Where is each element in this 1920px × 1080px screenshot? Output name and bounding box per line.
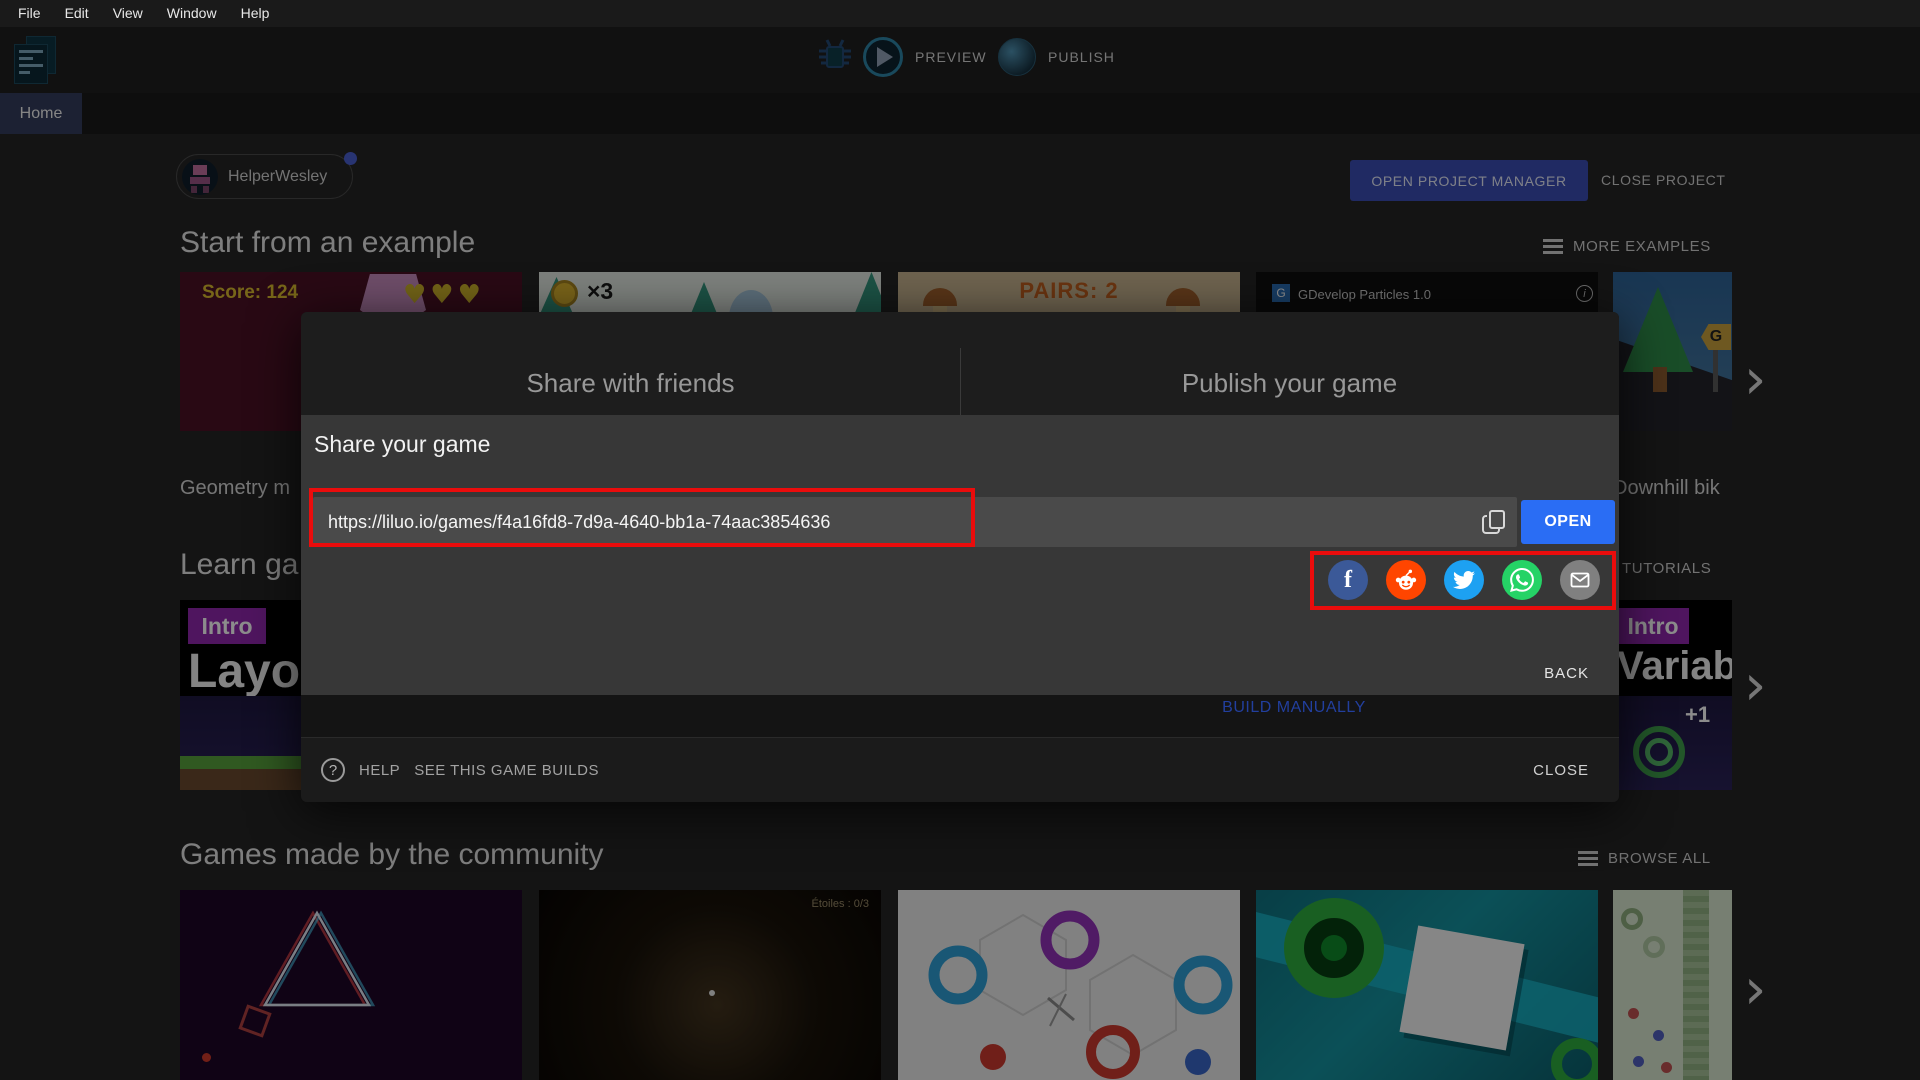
copy-icon[interactable] [1479, 507, 1509, 537]
share-heading: Share your game [314, 431, 491, 457]
share-dialog: Share with friends Publish your game Sha… [301, 312, 1619, 802]
email-share-button[interactable] [1560, 560, 1600, 600]
facebook-icon: f [1344, 566, 1352, 593]
menu-window[interactable]: Window [155, 0, 229, 27]
dialog-tabs: Share with friends Publish your game [301, 312, 1619, 415]
build-manually-link[interactable]: BUILD MANUALLY [1149, 699, 1439, 717]
back-button[interactable]: BACK [1544, 665, 1589, 682]
twitter-icon [1453, 571, 1475, 589]
dialog-lower-area: BUILD MANUALLY ? HELP SEE THIS GAME BUIL… [301, 695, 1619, 802]
help-icon[interactable]: ? [321, 758, 345, 782]
help-button[interactable]: HELP [359, 762, 400, 779]
share-panel: Share your game https://liluo.io/games/f… [301, 415, 1619, 695]
tab-publish-your-game[interactable]: Publish your game [960, 312, 1619, 415]
menu-help[interactable]: Help [229, 0, 282, 27]
menu-file[interactable]: File [6, 0, 53, 27]
dialog-bottom-bar: ? HELP SEE THIS GAME BUILDS CLOSE [301, 737, 1619, 802]
email-icon [1570, 572, 1590, 588]
whatsapp-icon [1510, 568, 1534, 592]
social-share-row: f [1328, 560, 1600, 600]
tab-share-with-friends[interactable]: Share with friends [301, 312, 960, 415]
game-url-field[interactable]: https://liluo.io/games/f4a16fd8-7d9a-464… [313, 497, 1517, 547]
twitter-share-button[interactable] [1444, 560, 1484, 600]
reddit-icon [1395, 569, 1417, 590]
menu-view[interactable]: View [101, 0, 155, 27]
game-url-text: https://liluo.io/games/f4a16fd8-7d9a-464… [328, 512, 831, 532]
facebook-share-button[interactable]: f [1328, 560, 1368, 600]
reddit-share-button[interactable] [1386, 560, 1426, 600]
menu-bar: File Edit View Window Help [0, 0, 1920, 27]
open-button[interactable]: OPEN [1521, 500, 1615, 544]
whatsapp-share-button[interactable] [1502, 560, 1542, 600]
menu-edit[interactable]: Edit [53, 0, 101, 27]
see-builds-button[interactable]: SEE THIS GAME BUILDS [414, 762, 599, 779]
close-button[interactable]: CLOSE [1533, 762, 1589, 779]
